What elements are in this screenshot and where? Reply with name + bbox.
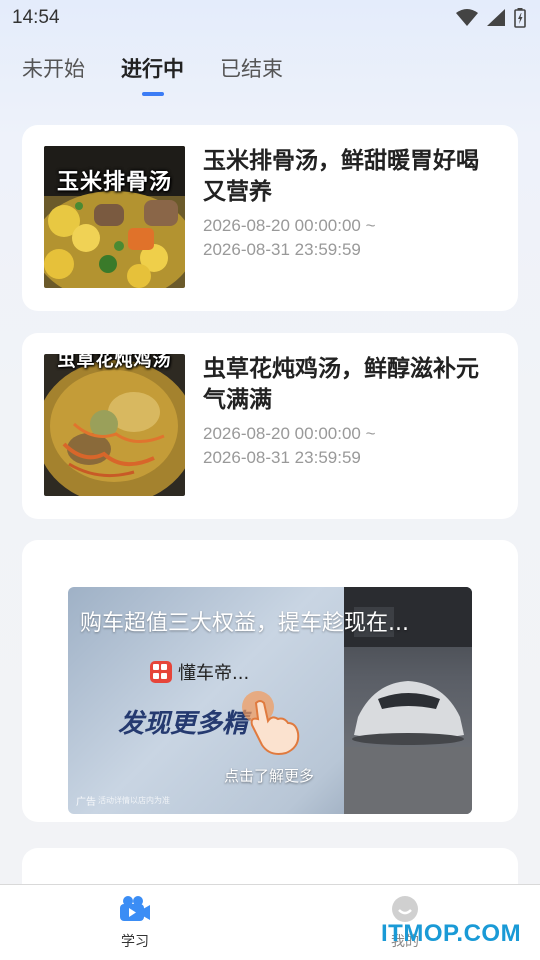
ad-brand: 懂车帝... [150, 659, 249, 685]
activity-title: 玉米排骨汤，鲜甜暖胃好喝又营养 [203, 148, 479, 205]
activity-thumbnail: 虫草花炖鸡汤 [44, 354, 185, 496]
tab-label: 已结束 [220, 57, 283, 81]
status-bar: 14:54 [0, 0, 540, 36]
activity-time: 2026-08-20 00:00:00 ~ 2026-08-31 23:59:5… [203, 422, 496, 470]
tab-ended[interactable]: 已结束 [220, 48, 283, 90]
nav-item-study[interactable]: 学习 [95, 895, 175, 951]
activity-card[interactable]: 虫草花炖鸡汤 虫草花炖鸡汤，鲜醇滋补元气满满 2026-08-20 00:00:… [22, 333, 518, 519]
wifi-icon [456, 9, 478, 26]
soup-image [44, 354, 185, 496]
battery-icon [514, 8, 526, 28]
activity-thumbnail: 玉米排骨汤 [44, 146, 185, 288]
activity-end-time: 2026-08-31 23:59:59 [203, 448, 361, 467]
activity-info: 虫草花炖鸡汤，鲜醇滋补元气满满 2026-08-20 00:00:00 ~ 20… [203, 354, 496, 498]
ad-card: 购车超值三大权益，提车趁现在... 懂车帝... 发现更多精 点击了解更多 广告… [22, 540, 518, 822]
ad-cta[interactable]: 点击了解更多 [224, 765, 314, 786]
activity-start-time: 2026-08-20 00:00:00 ~ [203, 216, 376, 235]
status-icons [456, 8, 526, 28]
tab-in-progress[interactable]: 进行中 [121, 48, 184, 96]
activity-card[interactable]: 玉米排骨汤 玉米排骨汤，鲜甜暖胃好喝又营养 2026-08-20 00:00:0… [22, 125, 518, 311]
ad-label: 广告 [76, 797, 96, 808]
status-time: 14:54 [12, 7, 60, 28]
tap-hand-icon [242, 691, 300, 755]
activity-start-time: 2026-08-20 00:00:00 ~ [203, 424, 376, 443]
thumbnail-caption: 玉米排骨汤 [56, 170, 172, 195]
ad-slogan: 发现更多精 [118, 709, 249, 739]
signal-icon [487, 9, 505, 26]
video-camera-icon [120, 896, 150, 921]
ad-title: 购车超值三大权益，提车趁现在... [80, 611, 409, 636]
smiley-icon [392, 896, 418, 922]
thumbnail-caption: 虫草花炖鸡汤 [57, 354, 172, 371]
nav-label: 学习 [121, 934, 149, 950]
watermark: ITMOP.COM [381, 920, 522, 947]
ad-banner[interactable]: 购车超值三大权益，提车趁现在... 懂车帝... 发现更多精 点击了解更多 广告… [68, 587, 472, 814]
tab-not-started[interactable]: 未开始 [22, 48, 85, 90]
status-tabs: 未开始 进行中 已结束 [0, 48, 540, 98]
ad-disclaimer: 活动详情以店内为准 [98, 796, 170, 805]
activity-time: 2026-08-20 00:00:00 ~ 2026-08-31 23:59:5… [203, 214, 496, 262]
activity-end-time: 2026-08-31 23:59:59 [203, 240, 361, 259]
app-logo-icon [150, 661, 172, 683]
ad-brand-name: 懂车帝... [178, 663, 250, 684]
activity-info: 玉米排骨汤，鲜甜暖胃好喝又营养 2026-08-20 00:00:00 ~ 20… [203, 146, 496, 290]
tab-label: 进行中 [121, 57, 184, 81]
tab-label: 未开始 [22, 57, 85, 81]
activity-title: 虫草花炖鸡汤，鲜醇滋补元气满满 [203, 356, 479, 413]
active-tab-indicator [141, 92, 164, 96]
